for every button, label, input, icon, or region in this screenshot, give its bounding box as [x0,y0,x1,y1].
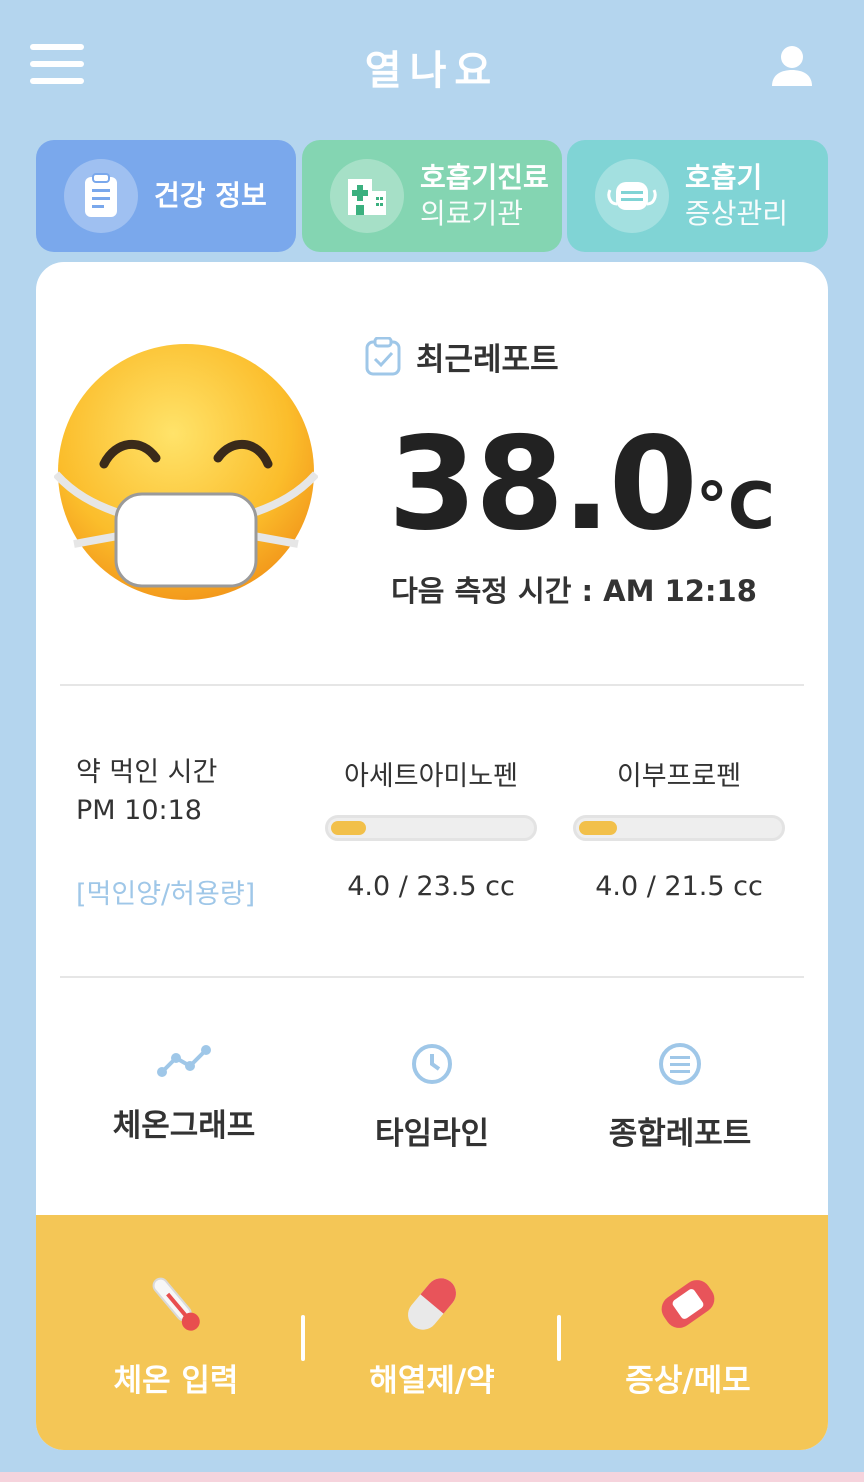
clipboard-icon [64,159,138,233]
tab-sublabel: 의료기관 [420,197,524,230]
tab-label: 호흡기진료 [420,161,549,194]
medicine-amount: 4.0 / 21.5 cc [595,871,763,902]
shortcut-total-report[interactable]: 종합레포트 [560,1042,800,1153]
shortcut-label: 타임라인 [374,1116,490,1152]
tab-label: 호흡기 [685,161,763,194]
temperature-input-button[interactable]: 체온 입력 [46,1269,306,1400]
medicine-button[interactable]: 해열제/약 [302,1269,562,1400]
bottom-strip [0,1472,864,1482]
tab-respiratory-symptoms[interactable]: 호흡기 증상관리 [567,140,828,252]
dose-progress-bar [573,815,785,841]
medicine-amount: 4.0 / 23.5 cc [347,871,515,902]
user-profile-icon[interactable] [770,44,814,88]
bottom-action-bar: 체온 입력 해열제/약 증상/메모 [36,1215,828,1450]
medication-time-title: 약 먹인 시간 [76,757,218,788]
shortcut-timeline[interactable]: 타임라인 [312,1042,552,1153]
shortcut-label: 종합레포트 [608,1116,752,1152]
medicine-name: 아세트아미노펜 [344,761,518,792]
mask-icon [595,159,669,233]
temperature-value: 38.0 [388,410,698,559]
next-measurement-time: 다음 측정 시간 : AM 12:18 [391,574,757,608]
action-label: 체온 입력 [113,1363,239,1399]
dose-ratio-label: [먹인양/허용량] [76,879,256,910]
bandage-icon [661,1280,715,1328]
hospital-icon [330,159,404,233]
dose-progress-bar [325,815,537,841]
list-icon [659,1043,701,1085]
recent-report-label: 최근레포트 [364,334,559,379]
shortcut-temperature-graph[interactable]: 체온그래프 [64,1042,304,1145]
medication-time-value: PM 10:18 [76,795,202,826]
tab-health-info[interactable]: 건강 정보 [36,140,296,252]
clock-icon [412,1044,452,1084]
main-card: 최근레포트 38.0°C 다음 측정 시간 : AM 12:18 약 먹인 시간… [36,262,828,1450]
action-label: 증상/메모 [625,1363,751,1399]
shortcut-label: 체온그래프 [112,1108,256,1144]
tab-sublabel: 증상관리 [685,197,789,230]
divider [60,684,804,686]
line-graph-icon [157,1045,211,1077]
dose-progress-fill [331,821,367,835]
recent-report-title: 최근레포트 [416,342,559,378]
medicine-name: 이부프로펜 [616,761,742,792]
medicine-item-ibuprofen: 이부프로펜 4.0 / 21.5 cc [569,754,789,902]
thermometer-icon [152,1277,200,1331]
pill-capsule-icon [408,1278,456,1330]
medicine-item-acetaminophen: 아세트아미노펜 4.0 / 23.5 cc [321,754,541,902]
tab-respiratory-clinic[interactable]: 호흡기진료 의료기관 [302,140,562,252]
divider [60,976,804,978]
sick-mask-emoji-icon [53,344,319,604]
dose-progress-fill [579,821,618,835]
medication-time-label: 약 먹인 시간 PM 10:18 [76,754,217,830]
temperature-unit: °C [695,470,775,544]
symptom-memo-button[interactable]: 증상/메모 [558,1269,818,1400]
action-label: 해열제/약 [369,1363,495,1399]
clipboard-check-icon [365,336,401,375]
app-title: 열나요 [364,48,500,94]
tab-label: 건강 정보 [154,179,267,212]
temperature-display: 38.0°C [388,410,775,559]
